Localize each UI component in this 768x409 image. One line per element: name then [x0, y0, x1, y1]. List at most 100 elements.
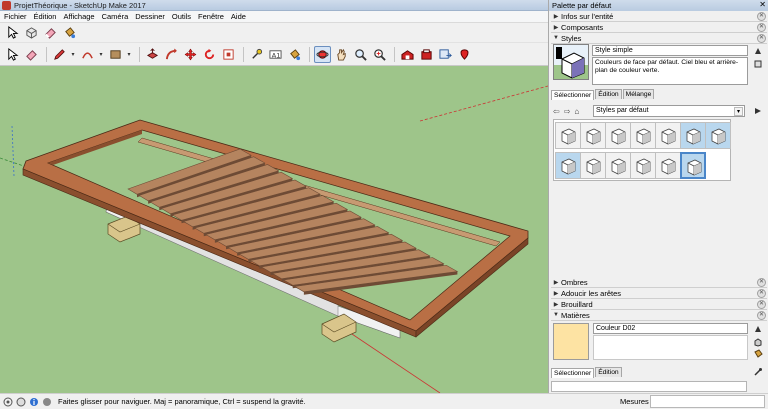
tab-melange[interactable]: Mélange: [622, 89, 655, 99]
style-thumbnail[interactable]: [605, 152, 631, 179]
principal-toolbar: ▾ ▾ ▾ A1: [0, 44, 548, 66]
geo-location-icon[interactable]: [3, 397, 13, 407]
help-icon[interactable]: [42, 397, 52, 407]
sketchup-logo-icon: [2, 1, 11, 10]
forward-arrow-icon[interactable]: ⇨: [564, 107, 571, 116]
style-thumbnail[interactable]: [555, 122, 581, 149]
display-secondary-icon[interactable]: [752, 323, 763, 334]
close-tray-icon[interactable]: ✕: [757, 22, 766, 32]
style-thumbnail[interactable]: [605, 122, 631, 149]
extension-warehouse-icon[interactable]: [418, 46, 435, 63]
style-thumbnail[interactable]: [630, 152, 656, 179]
menu-outils[interactable]: Outils: [168, 11, 194, 22]
line-tools-dropdown-icon[interactable]: ▾: [70, 46, 76, 63]
close-tray-icon[interactable]: ✕: [757, 288, 766, 298]
material-nav-bar[interactable]: [551, 381, 747, 392]
shape-tools-dropdown-icon[interactable]: ▾: [126, 46, 132, 63]
measurements-box[interactable]: [650, 395, 765, 408]
arc-icon[interactable]: [79, 46, 96, 63]
tray-materials[interactable]: ▼ Matières ✕: [551, 310, 767, 321]
menu-aide[interactable]: Aide: [227, 11, 249, 22]
rotate-icon[interactable]: [201, 46, 218, 63]
material-name-field[interactable]: Couleur D02: [593, 323, 748, 334]
tab-selectionner[interactable]: Sélectionner: [551, 90, 595, 100]
menu-dessiner[interactable]: Dessiner: [131, 11, 168, 22]
warehouse-icon[interactable]: [399, 46, 416, 63]
style-thumbnail[interactable]: [655, 122, 681, 149]
move-icon[interactable]: [182, 46, 199, 63]
style-thumbnail[interactable]: [705, 122, 731, 149]
menu-camera[interactable]: Caméra: [98, 11, 132, 22]
zoom-extents-icon[interactable]: [371, 46, 388, 63]
style-thumbnail[interactable]: [680, 152, 706, 179]
style-name-field[interactable]: Style simple: [592, 45, 748, 56]
tray-styles[interactable]: ▼ Styles ✕: [551, 33, 767, 44]
follow-me-icon[interactable]: [163, 46, 180, 63]
credits-icon[interactable]: [16, 397, 26, 407]
style-thumbnail[interactable]: [580, 122, 606, 149]
push-pull-icon[interactable]: [144, 46, 161, 63]
sample-paint-icon[interactable]: [752, 348, 763, 359]
create-style-icon[interactable]: [752, 58, 763, 69]
update-style-icon[interactable]: [752, 45, 763, 56]
select-icon[interactable]: [4, 46, 21, 63]
sketchup-window: ProjetThéorique - SketchUp Make 2017 Fic…: [0, 0, 768, 409]
style-thumbnail[interactable]: [580, 152, 606, 179]
rectangle-icon[interactable]: [107, 46, 124, 63]
tab-materials-edition[interactable]: Édition: [595, 367, 622, 377]
close-tray-icon[interactable]: ✕: [757, 277, 766, 287]
send-to-layout-icon[interactable]: [437, 46, 454, 63]
tray-shadows[interactable]: ▶ Ombres ✕: [551, 277, 767, 288]
eraser-icon[interactable]: [42, 24, 59, 41]
style-navigation: ⇦ ⇨ ⌂: [553, 105, 579, 117]
zoom-icon[interactable]: [352, 46, 369, 63]
info-icon[interactable]: [29, 397, 39, 407]
close-tray-icon[interactable]: ✕: [757, 11, 766, 21]
make-component-icon[interactable]: [23, 24, 40, 41]
extension-manager-icon[interactable]: [456, 46, 473, 63]
tray-fog[interactable]: ▶ Brouillard ✕: [551, 299, 767, 310]
menu-fichier[interactable]: Fichier: [0, 11, 30, 22]
style-thumbnail[interactable]: [655, 152, 681, 179]
paint-bucket-icon[interactable]: [61, 24, 78, 41]
arc-tools-dropdown-icon[interactable]: ▾: [98, 46, 104, 63]
close-tray-icon[interactable]: ✕: [757, 299, 766, 309]
tray-components[interactable]: ▶ Composants ✕: [551, 22, 767, 33]
tray-entity-info[interactable]: ▶ Infos sur l'entité ✕: [551, 11, 767, 22]
close-tray-icon[interactable]: ✕: [757, 310, 766, 320]
orbit-icon[interactable]: [314, 46, 331, 63]
text-icon[interactable]: A1: [267, 46, 284, 63]
details-arrow-icon[interactable]: [752, 105, 763, 116]
style-description-field[interactable]: Couleurs de face par défaut. Ciel bleu e…: [592, 57, 748, 85]
close-icon[interactable]: ✕: [759, 0, 766, 9]
pencil-line-icon[interactable]: [51, 46, 68, 63]
title-bar: ProjetThéorique - SketchUp Make 2017: [0, 0, 548, 11]
create-material-icon[interactable]: [752, 336, 763, 347]
paint-bucket-icon[interactable]: [286, 46, 303, 63]
back-arrow-icon[interactable]: ⇦: [553, 107, 560, 116]
tray-soften-edges[interactable]: ▶ Adoucir les arêtes ✕: [551, 288, 767, 299]
eraser-icon[interactable]: [23, 46, 40, 63]
expand-arrow-icon: ▶: [553, 301, 559, 308]
style-preview-thumbnail: [553, 44, 589, 80]
select-arrow-icon[interactable]: [4, 24, 21, 41]
menu-edition[interactable]: Édition: [30, 11, 60, 22]
toolbar-separator: [394, 47, 395, 62]
model-viewport[interactable]: [0, 66, 548, 393]
home-icon[interactable]: ⌂: [574, 107, 579, 116]
style-thumbnail[interactable]: [555, 152, 581, 179]
status-bar: Faites glisser pour naviguer. Maj = pano…: [0, 393, 768, 409]
tape-measure-icon[interactable]: [248, 46, 265, 63]
style-thumbnail[interactable]: [680, 122, 706, 149]
menu-fenetre[interactable]: Fenêtre: [194, 11, 227, 22]
scale-icon[interactable]: [220, 46, 237, 63]
style-tabs: Sélectionner Édition Mélange: [551, 89, 655, 100]
style-thumbnail[interactable]: [630, 122, 656, 149]
pan-icon[interactable]: [333, 46, 350, 63]
menu-affichage[interactable]: Affichage: [59, 11, 97, 22]
eyedropper-icon[interactable]: [752, 366, 763, 377]
tab-materials-selectionner[interactable]: Sélectionner: [551, 368, 595, 378]
tab-edition[interactable]: Édition: [595, 89, 622, 99]
close-tray-icon[interactable]: ✕: [757, 33, 766, 43]
style-collection-select[interactable]: Styles par défaut ▾: [593, 105, 745, 117]
